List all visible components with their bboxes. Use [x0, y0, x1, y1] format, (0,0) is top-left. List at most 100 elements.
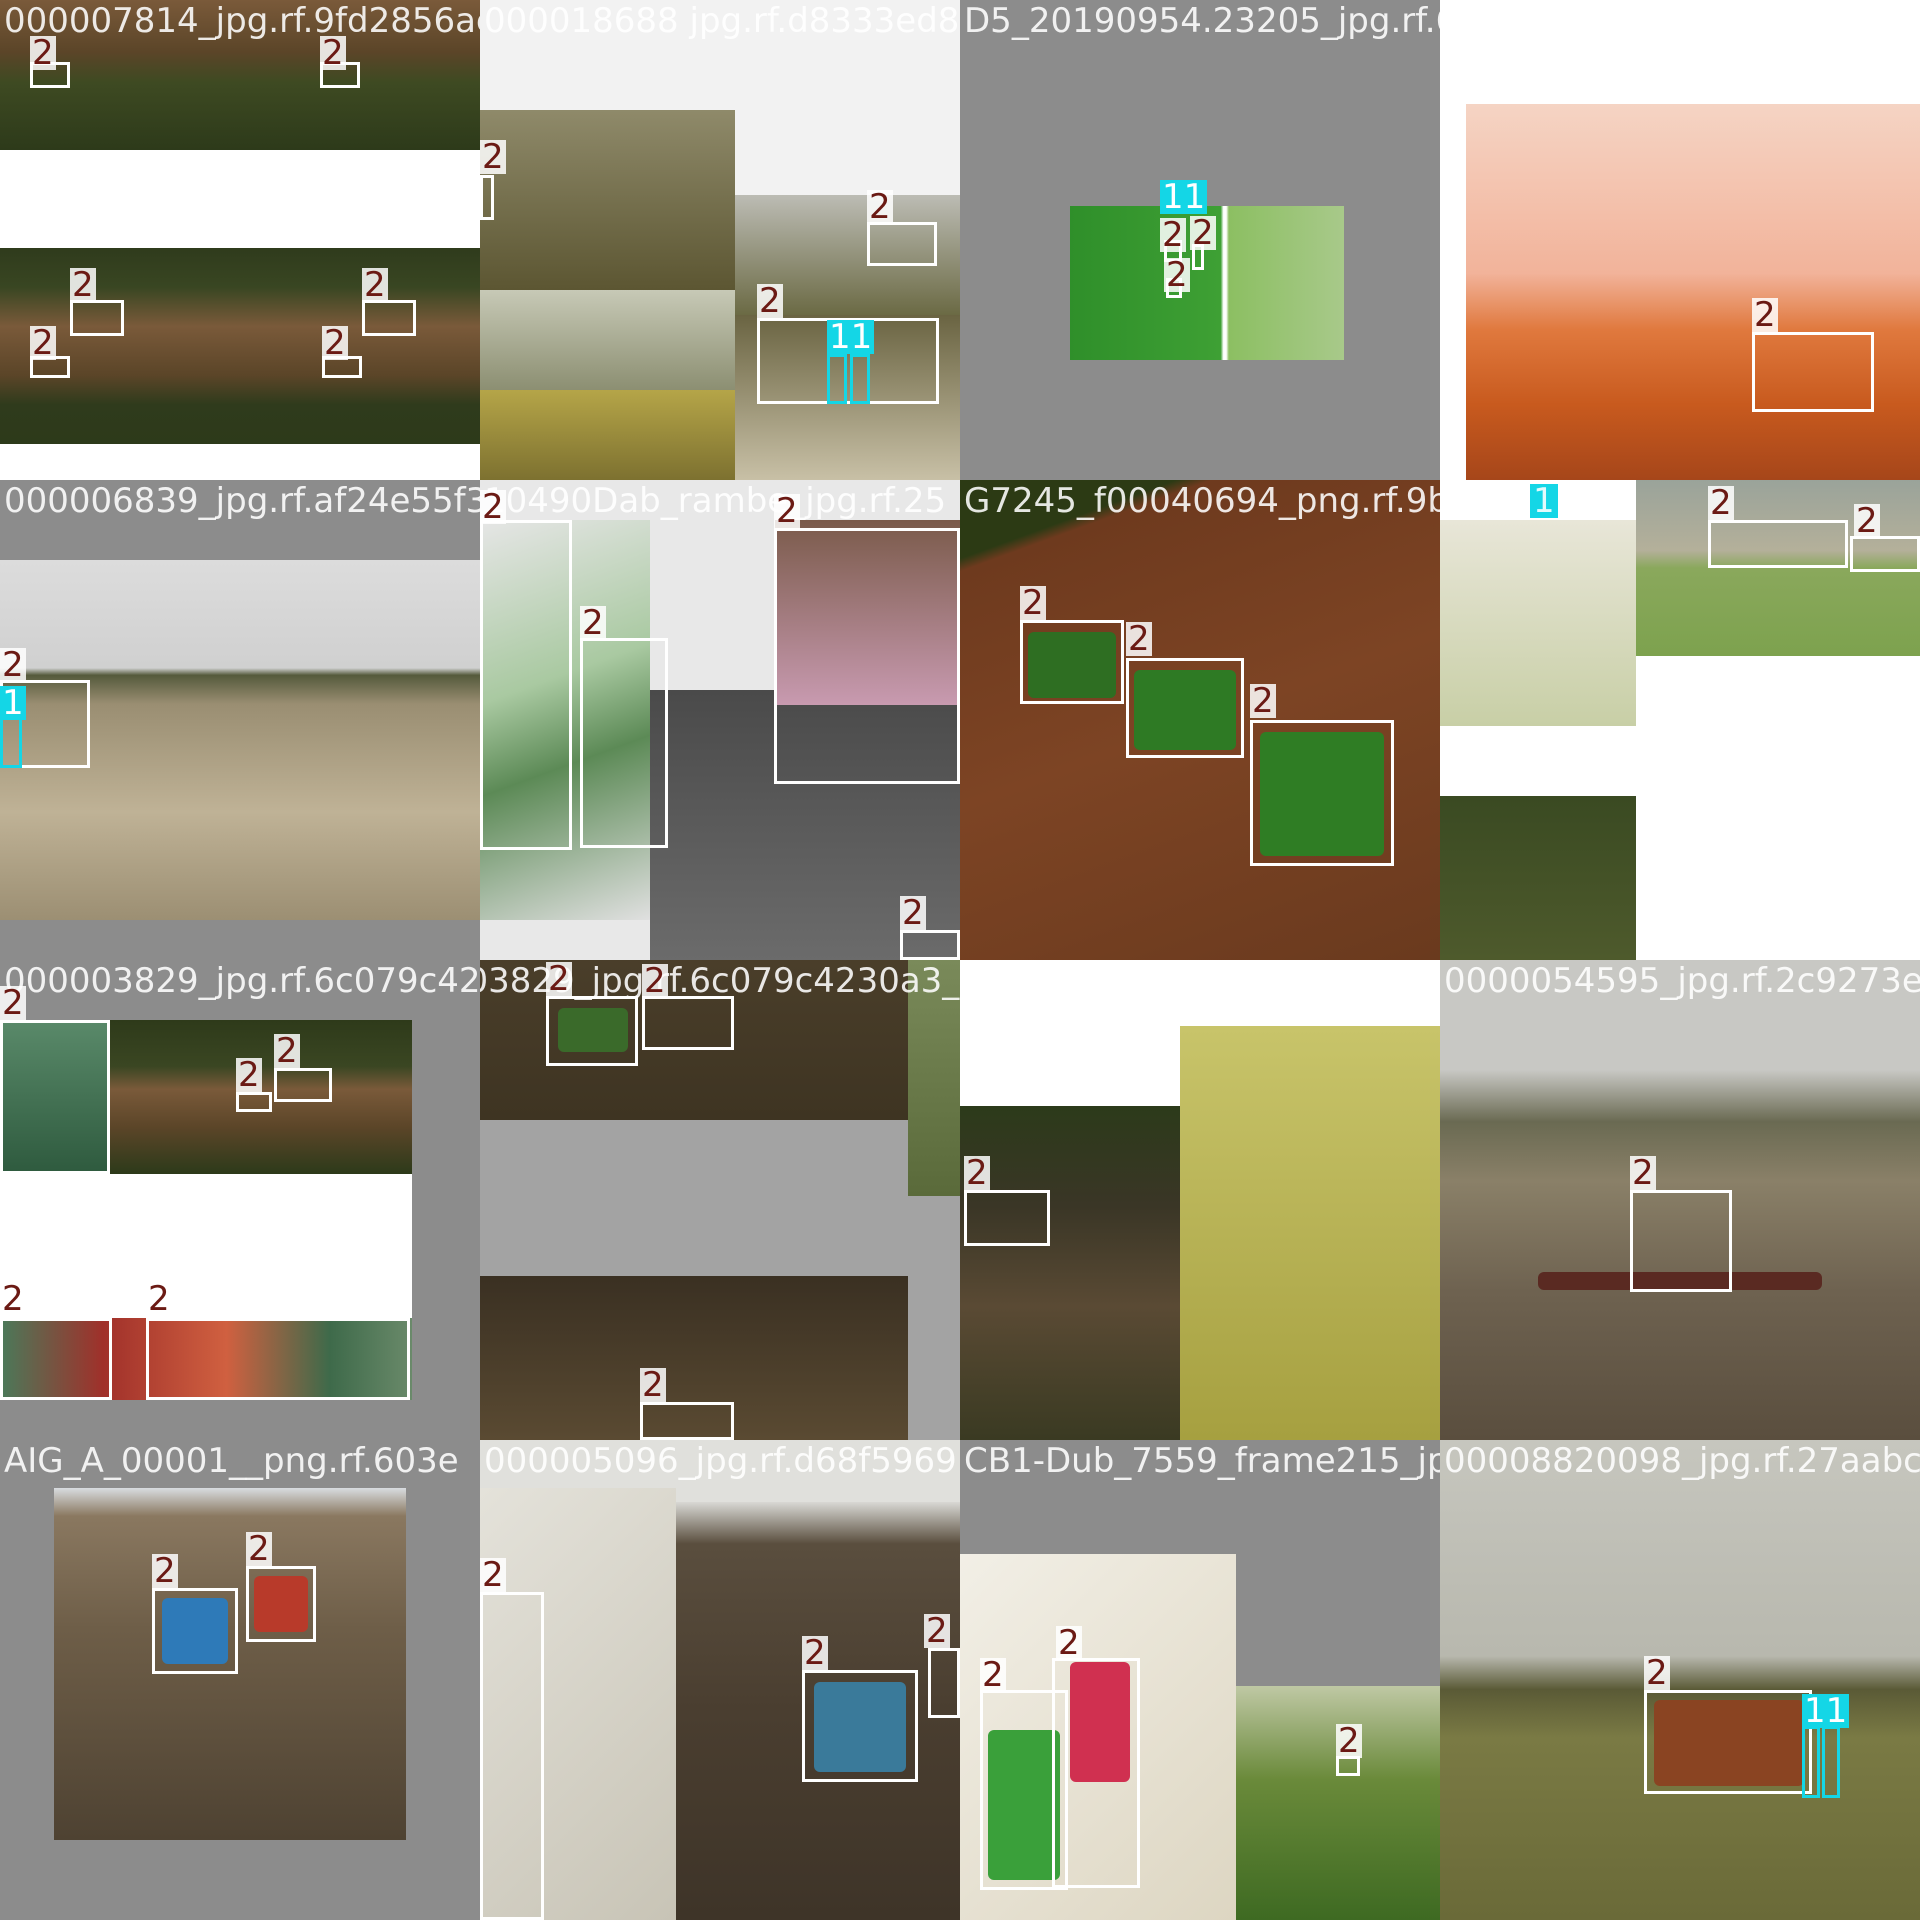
mosaic-cell-2: 000018688 jpg.rf.d8333ed81 2 2 2 11: [480, 0, 960, 480]
detection-label: 2: [480, 137, 506, 177]
detection-label: 2: [642, 961, 668, 1001]
detection-box: [146, 1318, 410, 1400]
detection-label: 2: [964, 1153, 990, 1193]
detection-label: 2: [546, 960, 572, 999]
mosaic-cell-10: 000003829_jpg.rf.6c079c4230a3_0c589_jpg.…: [480, 960, 960, 1440]
detection-box: [1850, 536, 1920, 572]
detection-label: 2: [322, 323, 348, 363]
field-photo: [1440, 1440, 1920, 1920]
image-filename: 000006839_jpg.rf.af24e55f3: [4, 481, 480, 521]
detection-box: [827, 354, 847, 404]
detection-label: 2: [1752, 295, 1778, 335]
detection-label: 11: [1160, 177, 1208, 217]
detection-box: [1020, 620, 1124, 704]
mosaic-cell-7: G7245_f00040694_png.rf.9bba 2 2 2: [960, 480, 1440, 960]
detection-box: [900, 930, 960, 960]
detection-box: [1802, 1726, 1820, 1798]
detection-label: 2: [246, 1529, 272, 1569]
field-photo: [480, 290, 735, 390]
image-filename: 0000054595_jpg.rf.2c9273ee: [1444, 961, 1920, 1001]
detection-box: [928, 1648, 960, 1718]
detection-label: 2: [1126, 619, 1152, 659]
detection-box: [0, 1020, 110, 1174]
field-photo: [908, 960, 960, 1196]
field-photo: [1440, 796, 1636, 960]
detection-label: 11: [827, 317, 875, 357]
detection-box: [1630, 1190, 1732, 1292]
detection-label: 2: [1854, 501, 1880, 541]
mosaic-cell-5: 000006839_jpg.rf.af24e55f3 2 1: [0, 480, 480, 960]
detection-box: [480, 1592, 544, 1920]
detection-label: 2: [980, 1655, 1006, 1695]
detection-label: 2: [1708, 483, 1734, 523]
image-filename: D5_20190954.23205_jpg.rf.6e2ffa_Bf000013…: [964, 1, 1440, 41]
field-photo: [480, 110, 735, 290]
detection-box: [1052, 1658, 1140, 1888]
detection-label: 2: [1190, 213, 1216, 253]
detection-label: 2: [70, 265, 96, 305]
detection-box: [867, 222, 937, 266]
field-photo: [1180, 1026, 1440, 1440]
detection-label: 2: [867, 187, 893, 227]
detection-label: 2: [274, 1031, 300, 1071]
detection-box: [546, 996, 638, 1066]
detection-box: [1644, 1690, 1812, 1794]
detection-label: 2: [236, 1055, 262, 1095]
detection-box: [0, 1318, 112, 1400]
detection-label: 2: [1160, 215, 1186, 255]
field-photo: [960, 1106, 1180, 1440]
mosaic-cell-9: 000003829_jpg.rf.6c079c4230a3_0c589_jpg.…: [0, 960, 480, 1440]
detection-label: 2: [0, 983, 26, 1023]
detection-label: 1: [0, 683, 26, 723]
detection-label: 2: [757, 281, 783, 321]
field-photo: [1440, 520, 1636, 726]
detection-box: [802, 1670, 918, 1782]
detection-label: 2: [1164, 255, 1190, 295]
mosaic-cell-11: 0000554484_jpg.rf.768721291 2: [960, 960, 1440, 1440]
detection-box: [362, 300, 416, 336]
detection-label: 2: [900, 893, 926, 933]
detection-label: 2: [802, 1633, 828, 1673]
field-photo: [960, 960, 1180, 1106]
image-filename: 10490Dab_rambe_jpg.rf.25: [484, 481, 947, 521]
detection-label: 2: [1020, 583, 1046, 623]
detection-box: [480, 175, 494, 220]
image-filename: AIfa_B_f000013__png.rf.94fcf: [1448, 1, 1920, 41]
detection-box: [1250, 720, 1394, 866]
detection-box: [580, 638, 668, 848]
mosaic-cell-8: 1 2 2: [1440, 480, 1920, 960]
detection-label: 2: [30, 33, 56, 73]
image-filename: 000018688 jpg.rf.d8333ed81: [484, 1, 960, 41]
detection-label: 2: [774, 491, 800, 531]
detection-label: 2: [320, 33, 346, 73]
mosaic-cell-1: 000007814_jpg.rf.9fd2856ac0518b8887_jpg.…: [0, 0, 480, 480]
detection-label: 2: [146, 1279, 172, 1319]
detection-box: [274, 1068, 332, 1102]
detection-box: [850, 354, 870, 404]
detection-label: 2: [480, 1555, 506, 1595]
detection-label: 2: [152, 1551, 178, 1591]
detection-box: [642, 996, 734, 1050]
detection-box: [1752, 332, 1874, 412]
image-filename: CB1-Dub_7559_frame215_jp: [964, 1441, 1440, 1481]
detection-label: 2: [0, 645, 26, 685]
detection-box: [1126, 658, 1244, 758]
detection-label: 2: [640, 1365, 666, 1405]
detection-box: [152, 1588, 238, 1674]
detection-label: 2: [924, 1611, 950, 1651]
detection-box: [774, 528, 960, 784]
detection-box: [1708, 520, 1848, 568]
image-filename: 000003829_jpg.rf.6c079c4230a3_0c589_jpg.…: [4, 961, 480, 1001]
mosaic-cell-16: 00008820098_jpg.rf.27aabc17 2 11: [1440, 1440, 1920, 1920]
field-photo: [480, 390, 735, 480]
mosaic-cell-14: 000005096_jpg.rf.d68f596910 2 2 2: [480, 1440, 960, 1920]
detection-label: 2: [30, 323, 56, 363]
detection-label: 2: [1056, 1623, 1082, 1663]
detection-box: [640, 1402, 734, 1440]
detection-label: 2: [1250, 681, 1276, 721]
detection-label: 2: [1644, 1653, 1670, 1693]
detection-label: 2: [580, 603, 606, 643]
detection-box: [70, 300, 124, 336]
detection-label: 2: [1336, 1721, 1362, 1761]
detection-label: 2: [480, 487, 506, 527]
